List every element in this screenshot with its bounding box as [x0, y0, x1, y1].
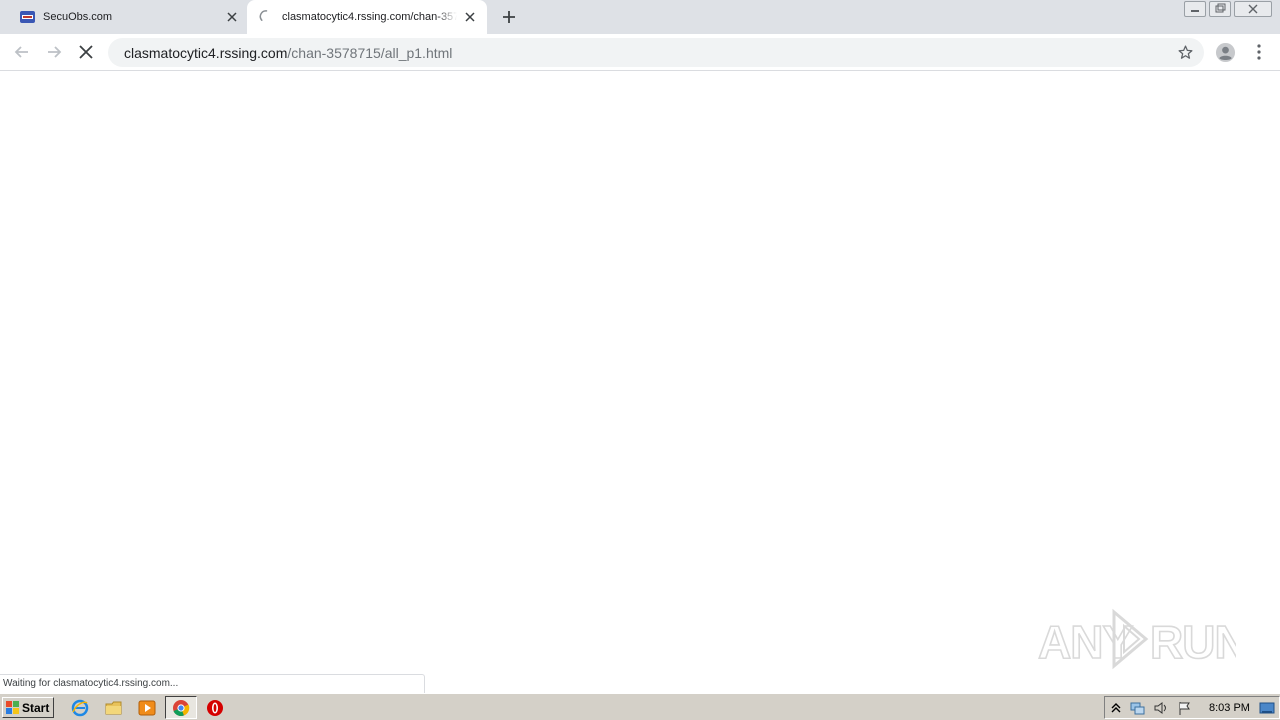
start-label: Start: [22, 701, 50, 715]
url-text[interactable]: clasmatocytic4.rssing.com/chan-3578715/a…: [124, 45, 452, 61]
url-path: /chan-3578715/all_p1.html: [287, 45, 453, 61]
watermark-text-left: ANY: [1038, 616, 1132, 668]
taskbar: Start 8:03 PM: [0, 693, 1280, 720]
speaker-icon[interactable]: [1153, 700, 1169, 716]
close-icon[interactable]: [224, 9, 240, 25]
close-window-button[interactable]: [1234, 1, 1272, 17]
close-icon[interactable]: [462, 9, 478, 25]
system-tray: 8:03 PM: [1104, 696, 1280, 719]
tab-title: clasmatocytic4.rssing.com/chan-3578715/a…: [282, 11, 457, 23]
windows-flag-icon: [6, 701, 19, 714]
menu-dots-icon[interactable]: [1252, 42, 1266, 62]
media-player-icon[interactable]: [138, 699, 156, 717]
ie-icon[interactable]: [71, 699, 89, 717]
action-center-flag-icon[interactable]: [1177, 700, 1193, 716]
star-icon[interactable]: [1177, 44, 1194, 61]
tab-title: SecuObs.com: [43, 11, 113, 23]
secuobs-favicon: [20, 11, 35, 23]
chevron-up-icon[interactable]: [1108, 700, 1124, 716]
show-desktop-icon[interactable]: [1259, 700, 1275, 716]
browser-toolbar: clasmatocytic4.rssing.com/chan-3578715/a…: [0, 34, 1280, 71]
clock[interactable]: 8:03 PM: [1209, 702, 1250, 714]
opera-icon[interactable]: [206, 699, 224, 717]
tab-strip: SecuObs.com clasmatocytic4.rssing.com/ch…: [0, 0, 1280, 34]
chrome-icon: [173, 700, 190, 717]
taskbar-chrome-button[interactable]: [165, 696, 197, 719]
status-bubble: Waiting for clasmatocytic4.rssing.com...: [0, 674, 425, 693]
tab-secuobs[interactable]: SecuObs.com: [0, 0, 246, 34]
restore-button[interactable]: [1209, 1, 1231, 17]
stop-icon[interactable]: [76, 42, 96, 62]
tab-rssing[interactable]: clasmatocytic4.rssing.com/chan-3578715/a…: [247, 0, 487, 34]
address-bar[interactable]: clasmatocytic4.rssing.com/chan-3578715/a…: [108, 38, 1204, 67]
start-button[interactable]: Start: [2, 697, 54, 718]
loading-spinner-icon: [259, 10, 268, 21]
folder-icon[interactable]: [105, 699, 123, 717]
anyrun-watermark: ANY RUN: [1037, 608, 1236, 670]
watermark-text-right: RUN: [1150, 616, 1236, 668]
network-icon[interactable]: [1129, 700, 1145, 716]
screen: SecuObs.com clasmatocytic4.rssing.com/ch…: [0, 0, 1280, 720]
page-viewport: [0, 72, 1280, 692]
back-arrow-icon[interactable]: [12, 42, 32, 62]
forward-arrow-icon[interactable]: [44, 42, 64, 62]
minimize-button[interactable]: [1184, 1, 1206, 17]
plus-icon[interactable]: [500, 8, 518, 26]
url-host: clasmatocytic4.rssing.com: [124, 45, 288, 61]
profile-icon[interactable]: [1215, 42, 1236, 63]
